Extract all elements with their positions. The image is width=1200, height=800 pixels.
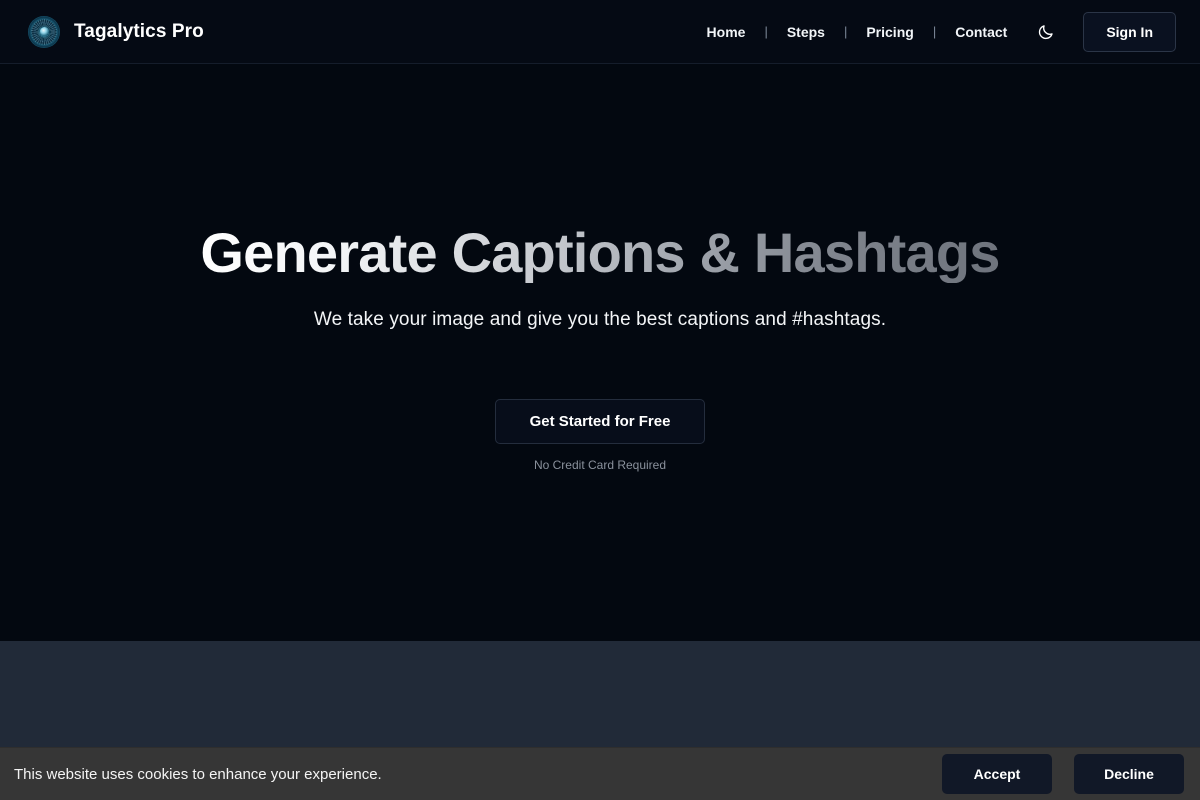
page-root: Tagalytics Pro Home | Steps | Pricing | … xyxy=(0,0,1200,800)
moon-icon xyxy=(1037,23,1055,41)
nav-separator: | xyxy=(932,24,937,39)
nav-item-home[interactable]: Home xyxy=(705,24,748,40)
circular-eye-mandala-logo-icon xyxy=(28,15,60,48)
sign-in-button[interactable]: Sign In xyxy=(1083,11,1176,52)
nav-separator: | xyxy=(764,24,768,39)
cookie-consent-banner: This website uses cookies to enhance you… xyxy=(0,747,1200,800)
nav-item-contact[interactable]: Contact xyxy=(953,24,1009,40)
theme-toggle-button[interactable] xyxy=(1033,19,1059,45)
nav-separator: | xyxy=(843,24,848,39)
cookie-message: This website uses cookies to enhance you… xyxy=(14,765,382,783)
brand[interactable]: Tagalytics Pro xyxy=(28,15,204,48)
nav-links: Home | Steps | Pricing | Contact xyxy=(705,24,1010,40)
hero-subtitle: We take your image and give you the best… xyxy=(313,308,887,330)
secondary-section xyxy=(0,641,1200,747)
get-started-button[interactable]: Get Started for Free xyxy=(494,398,706,444)
brand-name: Tagalytics Pro xyxy=(74,20,204,42)
cta-note: No Credit Card Required xyxy=(533,457,667,472)
cookie-accept-button[interactable]: Accept xyxy=(942,754,1052,794)
cookie-decline-button[interactable]: Decline xyxy=(1074,754,1184,794)
primary-navigation: Home | Steps | Pricing | Contact Sign In xyxy=(705,11,1176,52)
hero-title: Generate Captions & Hashtags xyxy=(200,221,1000,284)
nav-item-pricing[interactable]: Pricing xyxy=(864,24,915,40)
cookie-actions: Accept Decline xyxy=(942,754,1184,794)
nav-item-steps[interactable]: Steps xyxy=(785,24,827,40)
site-header: Tagalytics Pro Home | Steps | Pricing | … xyxy=(0,0,1200,64)
hero-section: Generate Captions & Hashtags We take you… xyxy=(0,64,1200,641)
